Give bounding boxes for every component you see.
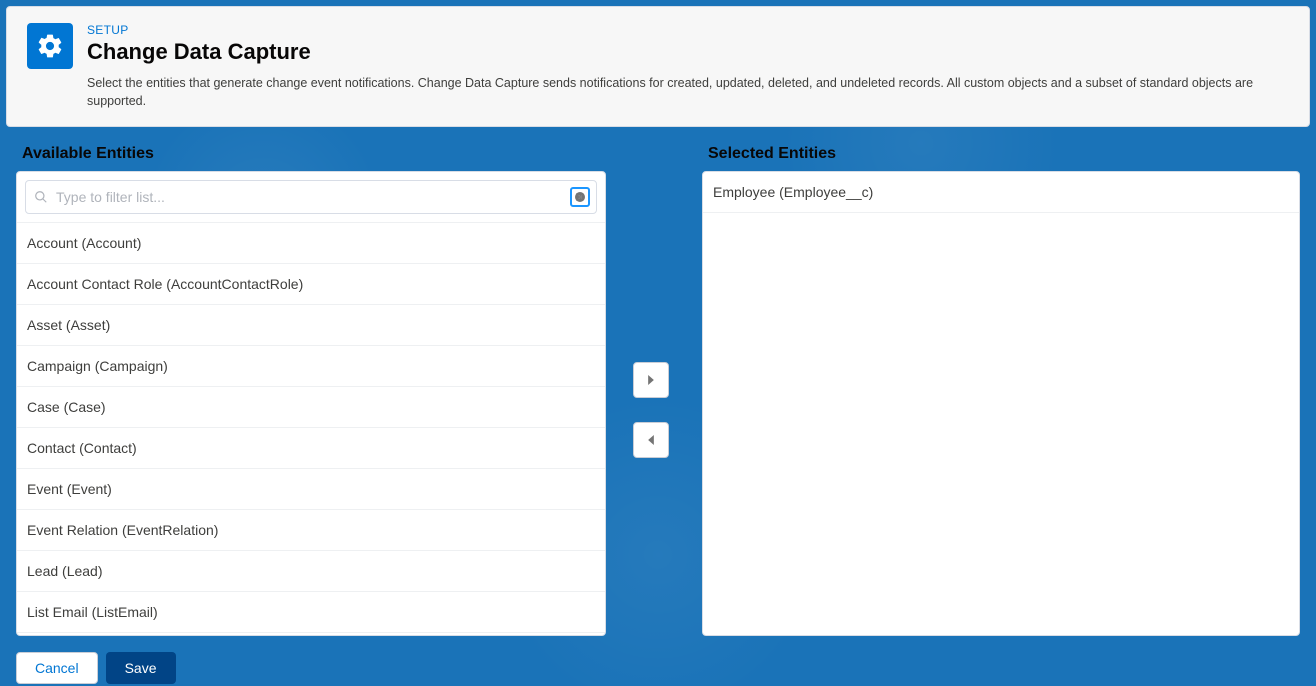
page-header: SETUP Change Data Capture Select the ent… bbox=[6, 6, 1310, 127]
filter-input[interactable] bbox=[56, 189, 570, 205]
page-description: Select the entities that generate change… bbox=[87, 75, 1289, 110]
list-item[interactable]: List Email (ListEmail) bbox=[17, 592, 605, 633]
transfer-controls bbox=[624, 362, 678, 458]
breadcrumb: SETUP bbox=[87, 23, 1289, 37]
body-area: Available Entities Account (Account) bbox=[0, 133, 1316, 684]
available-column: Available Entities Account (Account) bbox=[16, 143, 606, 636]
gear-icon bbox=[27, 23, 73, 69]
list-item[interactable]: Case (Case) bbox=[17, 387, 605, 428]
list-item[interactable]: Event Relation (EventRelation) bbox=[17, 510, 605, 551]
clear-filter-button[interactable] bbox=[570, 187, 590, 207]
close-icon bbox=[574, 191, 586, 203]
list-item[interactable]: Event (Event) bbox=[17, 469, 605, 510]
list-item[interactable]: Account Contact Role (AccountContactRole… bbox=[17, 264, 605, 305]
page-root: SETUP Change Data Capture Select the ent… bbox=[0, 6, 1316, 686]
available-list[interactable]: Account (Account) Account Contact Role (… bbox=[17, 222, 605, 635]
search-icon bbox=[34, 190, 48, 204]
chevron-right-icon bbox=[647, 375, 655, 385]
page-title: Change Data Capture bbox=[87, 39, 1289, 65]
list-item[interactable]: Campaign (Campaign) bbox=[17, 346, 605, 387]
filter-row bbox=[17, 172, 605, 222]
selected-title: Selected Entities bbox=[708, 145, 1300, 163]
save-button[interactable]: Save bbox=[106, 652, 176, 684]
filter-input-wrap bbox=[25, 180, 597, 214]
available-title: Available Entities bbox=[22, 145, 606, 163]
header-text: SETUP Change Data Capture Select the ent… bbox=[87, 23, 1289, 110]
list-item[interactable]: Asset (Asset) bbox=[17, 305, 605, 346]
footer-actions: Cancel Save bbox=[16, 652, 1300, 684]
cancel-button[interactable]: Cancel bbox=[16, 652, 98, 684]
chevron-left-icon bbox=[647, 435, 655, 445]
available-panel: Account (Account) Account Contact Role (… bbox=[16, 171, 606, 636]
move-left-button[interactable] bbox=[633, 422, 669, 458]
selected-column: Selected Entities Employee (Employee__c) bbox=[702, 143, 1300, 636]
list-item[interactable]: Account (Account) bbox=[17, 223, 605, 264]
list-item[interactable]: Lead (Lead) bbox=[17, 551, 605, 592]
move-right-button[interactable] bbox=[633, 362, 669, 398]
dual-listbox: Available Entities Account (Account) bbox=[16, 143, 1300, 636]
selected-panel: Employee (Employee__c) bbox=[702, 171, 1300, 636]
list-item[interactable]: Employee (Employee__c) bbox=[703, 172, 1299, 213]
list-item[interactable]: Contact (Contact) bbox=[17, 428, 605, 469]
